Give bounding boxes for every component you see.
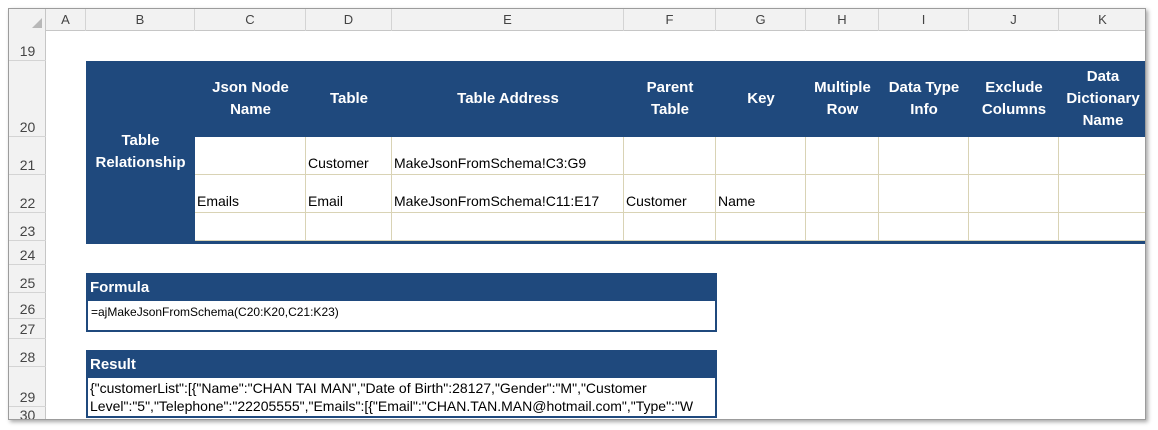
select-all-corner[interactable] [9, 9, 46, 31]
header-data-type-info[interactable]: Data Type Info [879, 61, 969, 137]
column-header-b[interactable]: B [86, 9, 195, 31]
column-header-j[interactable]: J [969, 9, 1059, 31]
sheet-grid: Table Relationship Json Node Name Table … [46, 31, 1145, 419]
cell-d21[interactable]: Customer [306, 137, 392, 175]
column-header-g[interactable]: G [716, 9, 806, 31]
cell-h23[interactable] [806, 213, 879, 241]
cell-g22[interactable]: Name [716, 175, 806, 213]
formula-text: =ajMakeJsonFromSchema(C20:K20,C21:K23) [91, 305, 339, 319]
cell-g23[interactable] [716, 213, 806, 241]
relationship-table-right-border [1145, 61, 1146, 244]
row-header-25[interactable]: 25 [9, 265, 46, 293]
header-data-dictionary-name[interactable]: Data Dictionary Name [1059, 61, 1145, 137]
table-relationship-label[interactable]: Table Relationship [86, 61, 195, 243]
header-key[interactable]: Key [716, 61, 806, 137]
relationship-table-bottom-border [86, 241, 1145, 244]
header-exclude-columns[interactable]: Exclude Columns [969, 61, 1059, 137]
cell-j23[interactable] [969, 213, 1059, 241]
row-header-24[interactable]: 24 [9, 241, 46, 265]
formula-cell[interactable]: =ajMakeJsonFromSchema(C20:K20,C21:K23) [86, 301, 717, 332]
cell-k21[interactable] [1059, 137, 1145, 175]
header-parent-table[interactable]: Parent Table [624, 61, 716, 137]
row-header-19[interactable]: 19 [9, 31, 46, 61]
cell-h22[interactable] [806, 175, 879, 213]
row-header-26[interactable]: 26 [9, 293, 46, 319]
column-header-d[interactable]: D [306, 9, 392, 31]
row-header-30[interactable]: 30 [9, 407, 46, 419]
cell-d23[interactable] [306, 213, 392, 241]
column-header-h[interactable]: H [806, 9, 879, 31]
cell-d22[interactable]: Email [306, 175, 392, 213]
row-header-27[interactable]: 27 [9, 319, 46, 339]
header-table-address[interactable]: Table Address [392, 61, 624, 137]
result-line-1: {"customerList":[{"Name":"CHAN TAI MAN",… [90, 380, 647, 396]
result-line-2: Level":"5","Telephone":"22205555","Email… [90, 398, 694, 414]
column-header-a[interactable]: A [46, 9, 86, 31]
header-json-node-name[interactable]: Json Node Name [195, 61, 306, 137]
column-header-e[interactable]: E [392, 9, 624, 31]
column-header-bar: A B C D E F G H I J K [9, 9, 1145, 31]
cell-g21[interactable] [716, 137, 806, 175]
formula-title[interactable]: Formula [86, 273, 717, 301]
cell-i23[interactable] [879, 213, 969, 241]
row-header-29[interactable]: 29 [9, 367, 46, 407]
row-header-21[interactable]: 21 [9, 137, 46, 175]
cell-e21[interactable]: MakeJsonFromSchema!C3:G9 [392, 137, 624, 175]
header-multiple-row[interactable]: Multiple Row [806, 61, 879, 137]
row-header-20[interactable]: 20 [9, 61, 46, 137]
cell-j22[interactable] [969, 175, 1059, 213]
cell-k23[interactable] [1059, 213, 1145, 241]
cell-k22[interactable] [1059, 175, 1145, 213]
row-header-bar: 19 20 21 22 23 24 25 26 27 28 29 30 [9, 31, 46, 419]
cell-f21[interactable] [624, 137, 716, 175]
column-header-i[interactable]: I [879, 9, 969, 31]
cell-c22[interactable]: Emails [195, 175, 306, 213]
column-header-k[interactable]: K [1059, 9, 1145, 31]
column-header-c[interactable]: C [195, 9, 306, 31]
result-cell[interactable]: {"customerList":[{"Name":"CHAN TAI MAN",… [86, 378, 717, 418]
cell-c23[interactable] [195, 213, 306, 241]
cell-i21[interactable] [879, 137, 969, 175]
row-header-23[interactable]: 23 [9, 213, 46, 241]
row-header-22[interactable]: 22 [9, 175, 46, 213]
cell-e23[interactable] [392, 213, 624, 241]
cell-c21[interactable] [195, 137, 306, 175]
cell-j21[interactable] [969, 137, 1059, 175]
row-header-28[interactable]: 28 [9, 339, 46, 367]
cell-i22[interactable] [879, 175, 969, 213]
column-header-f[interactable]: F [624, 9, 716, 31]
result-title[interactable]: Result [86, 350, 717, 378]
cell-e22[interactable]: MakeJsonFromSchema!C11:E17 [392, 175, 624, 213]
header-table[interactable]: Table [306, 61, 392, 137]
spreadsheet-window: A B C D E F G H I J K 19 20 21 22 23 24 … [8, 8, 1146, 420]
cell-f23[interactable] [624, 213, 716, 241]
cell-f22[interactable]: Customer [624, 175, 716, 213]
cell-h21[interactable] [806, 137, 879, 175]
